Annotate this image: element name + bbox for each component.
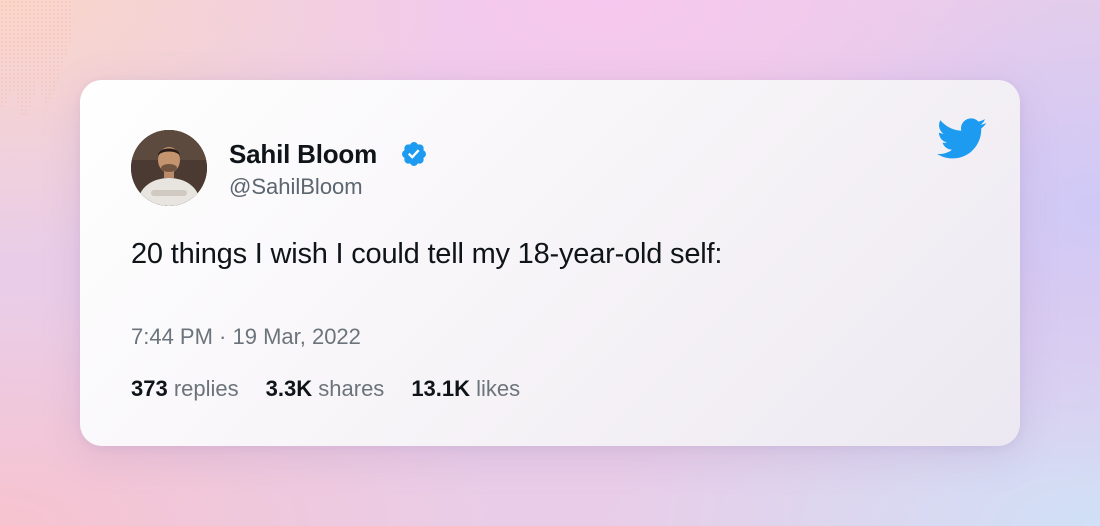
author-name[interactable]: Sahil Bloom	[229, 139, 377, 170]
tweet-card[interactable]: Sahil Bloom @SahilBloom 20 things I wish…	[80, 80, 1020, 446]
author-handle[interactable]: @SahilBloom	[229, 174, 363, 200]
tweet-stats: 373 replies 3.3K shares 13.1K likes	[131, 376, 547, 402]
likes-label: likes	[476, 376, 521, 401]
replies-count: 373	[131, 376, 168, 401]
likes-count: 13.1K	[411, 376, 471, 401]
tweet-text: 20 things I wish I could tell my 18-year…	[131, 238, 723, 270]
background-decoration	[0, 0, 74, 116]
twitter-bird-icon[interactable]	[937, 118, 987, 160]
shares-count: 3.3K	[265, 376, 313, 401]
replies-stat[interactable]: 373 replies	[131, 376, 239, 402]
shares-stat[interactable]: 3.3K shares	[266, 376, 385, 402]
replies-label: replies	[173, 376, 239, 401]
likes-stat[interactable]: 13.1K likes	[411, 376, 520, 402]
shares-label: shares	[318, 376, 385, 401]
verified-badge-icon	[402, 142, 426, 166]
avatar[interactable]	[131, 130, 207, 206]
tweet-timestamp[interactable]: 7:44 PM · 19 Mar, 2022	[131, 324, 361, 350]
